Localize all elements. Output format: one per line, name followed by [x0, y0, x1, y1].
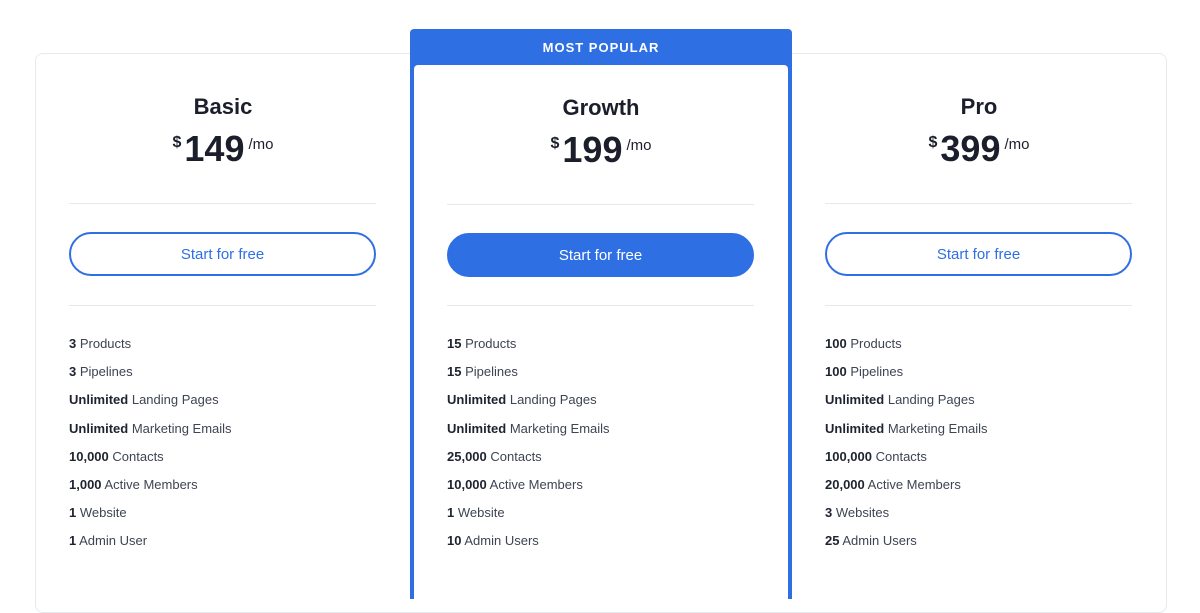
list-item: Unlimited Landing Pages: [69, 392, 219, 408]
divider: [447, 305, 754, 306]
list-item: Unlimited Landing Pages: [447, 392, 597, 408]
divider: [447, 204, 754, 205]
list-item: 100 Pipelines: [825, 364, 904, 380]
list-item: 1 Admin User: [69, 533, 148, 549]
most-popular-badge: MOST POPULAR: [542, 40, 660, 55]
feature-list: 15 Products 15 Pipelines Unlimited Landi…: [447, 336, 610, 562]
price-period: /mo: [1004, 136, 1030, 153]
divider: [69, 203, 376, 204]
list-item: 25 Admin Users: [825, 533, 917, 549]
list-item: Unlimited Marketing Emails: [447, 420, 610, 436]
list-item: 1 Website: [69, 505, 127, 521]
plan-name: Growth: [562, 95, 640, 120]
divider: [825, 203, 1132, 204]
list-item: 10 Admin Users: [447, 533, 539, 549]
feature-list: 3 Products 3 Pipelines Unlimited Landing…: [69, 336, 232, 562]
price-amount: 399: [940, 128, 1001, 169]
plan-price: $199/mo: [414, 129, 788, 171]
plan-card-basic: Basic $149/mo Start for free 3 Products …: [36, 54, 410, 594]
list-item: 15 Pipelines: [447, 364, 518, 380]
list-item: Unlimited Landing Pages: [825, 392, 975, 408]
price-period: /mo: [248, 136, 274, 153]
plan-card-growth: MOST POPULAR Growth $199/mo Start for fr…: [410, 29, 792, 605]
list-item: 100,000 Contacts: [825, 448, 927, 464]
price-currency: $: [550, 135, 560, 152]
list-item: 10,000 Contacts: [69, 448, 164, 464]
plan-card-growth-body: Growth $199/mo Start for free 15 Product…: [414, 65, 788, 605]
list-item: 100 Products: [825, 336, 902, 351]
list-item: 3 Websites: [825, 505, 890, 521]
list-item: 25,000 Contacts: [447, 448, 542, 464]
plan-price: $149/mo: [36, 128, 410, 170]
start-for-free-button-pro[interactable]: Start for free: [825, 232, 1132, 276]
list-item: 15 Products: [447, 336, 517, 351]
list-item: 3 Pipelines: [69, 364, 133, 380]
price-currency: $: [928, 134, 938, 151]
price-period: /mo: [626, 137, 652, 154]
list-item: 10,000 Active Members: [447, 476, 583, 492]
price-currency: $: [172, 134, 182, 151]
plan-card-pro: Pro $399/mo Start for free 100 Products …: [792, 54, 1166, 594]
list-item: Unlimited Marketing Emails: [69, 420, 232, 436]
plan-price: $399/mo: [792, 128, 1166, 170]
plan-name: Pro: [960, 94, 998, 119]
pricing-section: Basic $149/mo Start for free 3 Products …: [0, 0, 1200, 613]
list-item: 3 Products: [69, 336, 132, 351]
price-amount: 149: [184, 128, 245, 169]
divider: [825, 305, 1132, 306]
list-item: 1 Website: [447, 505, 505, 521]
start-for-free-button-basic[interactable]: Start for free: [69, 232, 376, 276]
plan-name: Basic: [193, 94, 253, 119]
start-for-free-button-growth[interactable]: Start for free: [447, 233, 754, 277]
list-item: Unlimited Marketing Emails: [825, 420, 988, 436]
price-amount: 199: [562, 129, 623, 170]
divider: [69, 305, 376, 306]
list-item: 1,000 Active Members: [69, 476, 198, 492]
list-item: 20,000 Active Members: [825, 476, 961, 492]
feature-list: 100 Products 100 Pipelines Unlimited Lan…: [825, 336, 988, 562]
